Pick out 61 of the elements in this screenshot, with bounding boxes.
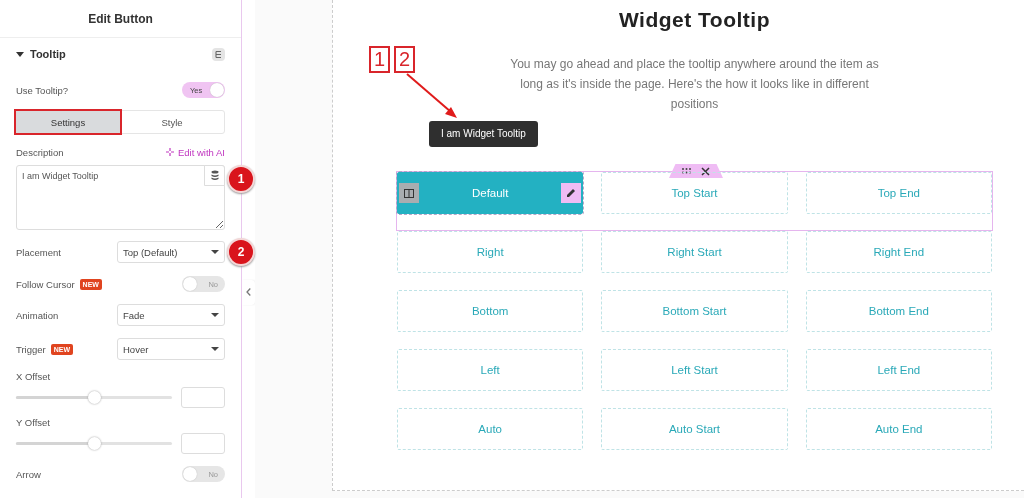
field-label: X Offset bbox=[16, 371, 52, 384]
tooltip-demo-button[interactable]: Left End bbox=[805, 349, 992, 391]
number-field[interactable] bbox=[181, 387, 225, 408]
chevron-left-icon bbox=[246, 288, 251, 296]
caret-down-icon bbox=[211, 250, 219, 254]
tooltip-demo-button[interactable]: Top Start bbox=[601, 172, 788, 214]
tooltip-demo-button[interactable]: Left bbox=[397, 349, 584, 391]
caret-down-icon bbox=[211, 347, 219, 351]
callout-marker: 1 bbox=[227, 165, 255, 193]
columns-icon bbox=[404, 188, 414, 198]
edit-with-ai-link[interactable]: Edit with AI bbox=[165, 146, 225, 158]
pencil-icon bbox=[566, 188, 577, 198]
tooltip-demo-button[interactable]: Default bbox=[397, 172, 584, 214]
tooltip-demo-button[interactable]: Bottom bbox=[397, 290, 584, 332]
field-label: Animation bbox=[16, 309, 59, 321]
callout-arrow bbox=[405, 72, 459, 120]
callout-label: 2 bbox=[394, 46, 415, 73]
description-text: You may go ahead and place the tooltip anywhere around the item as long as it's inside the page. Here's the how it looks like in different positions bbox=[509, 56, 880, 113]
tab[interactable]: Settings bbox=[16, 111, 120, 133]
tooltip-demo-button[interactable]: Bottom Start bbox=[601, 290, 788, 332]
field-label: Trigger bbox=[16, 343, 46, 355]
field-label: Description bbox=[16, 146, 64, 158]
slider-track[interactable] bbox=[16, 437, 172, 450]
tooltip-demo-button[interactable]: Left Start bbox=[601, 349, 788, 391]
callout-label: 1 bbox=[369, 46, 390, 73]
description-field[interactable]: I am Widget Tooltip bbox=[16, 165, 225, 230]
field-label: Use Tooltip? bbox=[16, 84, 69, 96]
panel-title: Edit Button bbox=[88, 11, 153, 26]
number-field[interactable] bbox=[181, 433, 225, 454]
page-heading: Widget Tooltip bbox=[617, 7, 771, 32]
field-label: Placement bbox=[16, 246, 61, 258]
tooltip: I am Widget Tooltip bbox=[429, 121, 538, 147]
tooltip-demo-button[interactable]: Auto End bbox=[805, 408, 992, 450]
caret-down-icon bbox=[211, 313, 219, 317]
field-label: Follow Cursor bbox=[16, 278, 75, 290]
collapse-tab[interactable] bbox=[242, 279, 255, 305]
sparkle-icon bbox=[165, 147, 175, 157]
dropdown[interactable]: Fade bbox=[117, 304, 225, 326]
tooltip-demo-button[interactable]: Right Start bbox=[601, 231, 788, 273]
dynamic-tags-button[interactable] bbox=[204, 165, 225, 186]
field-label: Arrow bbox=[16, 468, 41, 480]
dropdown[interactable]: Hover bbox=[117, 338, 225, 360]
section-header[interactable]: Tooltip bbox=[16, 48, 66, 60]
slider-thumb[interactable] bbox=[88, 391, 101, 404]
tooltip-demo-button[interactable]: Right End bbox=[805, 231, 992, 273]
tooltip-demo-button[interactable]: Top End bbox=[805, 172, 992, 214]
callout-marker: 2 bbox=[227, 238, 255, 266]
field-label: Y Offset bbox=[16, 417, 51, 430]
section-handle[interactable] bbox=[669, 164, 723, 178]
tooltip-demo-button[interactable]: Right bbox=[397, 231, 584, 273]
tab[interactable]: Style bbox=[120, 111, 224, 133]
drag-icon bbox=[682, 168, 691, 174]
database-icon bbox=[210, 170, 219, 181]
dropdown[interactable]: Top (Default) bbox=[117, 241, 225, 263]
close-icon bbox=[701, 166, 710, 176]
tooltip-demo-button[interactable]: Auto Start bbox=[601, 408, 788, 450]
list-icon bbox=[212, 47, 225, 61]
tooltip-demo-button[interactable]: Bottom End bbox=[805, 290, 992, 332]
slider-track[interactable] bbox=[16, 391, 172, 404]
slider-thumb[interactable] bbox=[88, 437, 101, 450]
tooltip-demo-button[interactable]: Auto bbox=[397, 408, 584, 450]
